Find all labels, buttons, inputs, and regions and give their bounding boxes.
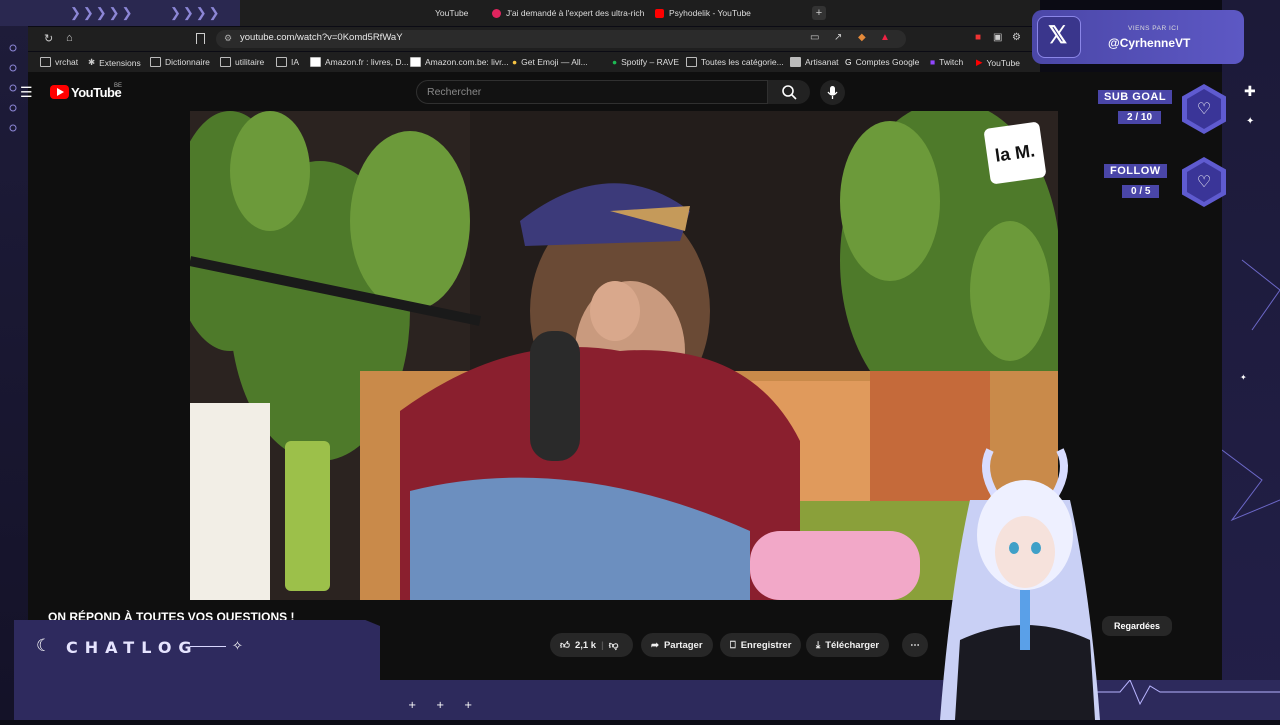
bookmark-item[interactable]: ▶ YouTube (976, 57, 1020, 68)
reload-icon[interactable]: ↻ (44, 32, 53, 45)
bookmark-item[interactable]: ■ Twitch (930, 57, 963, 67)
site-info-icon[interactable]: ⚙ (224, 33, 232, 44)
sub-goal-label: SUB GOAL (1098, 90, 1173, 104)
folder-icon (276, 57, 287, 67)
pdf-extension-icon[interactable]: ■ (975, 32, 981, 43)
folder-icon (686, 57, 697, 67)
amazon-icon (410, 57, 421, 67)
twitter-caption: VIENS PAR ICI (1128, 25, 1179, 32)
chatlog-panel (14, 620, 380, 720)
spotify-icon: ● (612, 57, 618, 67)
follow-goal-count: 0 / 5 (1122, 185, 1160, 198)
more-icon: ⋯ (910, 639, 920, 651)
thumbs-up-icon: 👍︎ (560, 640, 570, 651)
share-button[interactable]: ➦ Partager (641, 633, 713, 657)
bookmark-item[interactable]: IA (276, 57, 299, 67)
share-icon[interactable]: ↗ (834, 32, 842, 43)
bookmark-item[interactable]: vrchat (40, 57, 78, 67)
bookmarks-bar: vrchat ✱ Extensions Dictionnaire utilitai… (28, 52, 1040, 72)
download-icon: ⤓ (816, 639, 821, 651)
puzzle-icon: ✱ (88, 57, 96, 67)
sparkle-icon: ✧ (232, 638, 243, 653)
share-arrow-icon: ➦ (651, 639, 659, 651)
bookmark-item[interactable]: Artisanat (790, 57, 839, 67)
cast-icon[interactable]: ▭ (810, 32, 819, 43)
browser-tab[interactable]: J'ai demandé à l'expert des ultra-rich (492, 4, 644, 22)
browser-tab-active[interactable]: Psyhodelik - YouTube (655, 4, 751, 22)
overlay-bottom-strip: + + + (380, 679, 1280, 720)
svg-text:+: + (464, 700, 472, 711)
youtube-icon: ▶ (976, 57, 983, 67)
youtube-favicon-icon (492, 8, 501, 18)
x-logo-icon: 𝕏 (1048, 22, 1068, 49)
bookmark-item[interactable]: G Comptes Google (845, 57, 919, 67)
overlay-dots-column (8, 40, 18, 150)
voice-search-button[interactable] (820, 80, 845, 105)
folder-icon (150, 57, 161, 67)
svg-text:✦: ✦ (1240, 373, 1247, 382)
bookmark-item[interactable]: ● Get Emoji — All... (512, 57, 588, 67)
browser-tabbar: YouTube J'ai demandé à l'expert des ultr… (240, 0, 1040, 26)
constellation-decoration: ✚ ✦ ✦ (1221, 84, 1280, 522)
overlay-frame-right: ✚ ✦ ✦ (1221, 0, 1280, 720)
google-icon: G (845, 57, 852, 67)
chevron-decoration: ❯❯❯❯ (170, 5, 222, 20)
search-button[interactable] (768, 80, 810, 104)
thumbs-down-icon[interactable]: 👎︎ (609, 639, 619, 651)
download-button[interactable]: ⤓ Télécharger (806, 633, 890, 657)
bookmark-item[interactable]: ● Spotify – RAVE (612, 57, 679, 67)
bookmark-item[interactable]: Dictionnaire (150, 57, 210, 67)
home-icon[interactable]: ⌂ (66, 32, 73, 44)
bookmark-icon: ⎕ (730, 639, 736, 651)
search-icon (782, 85, 797, 100)
moon-icon: ☾ (36, 636, 52, 655)
twitter-handle: @CyrhenneVT (1108, 36, 1191, 50)
play-icon (57, 88, 64, 96)
menu-icon[interactable]: ☰ (20, 84, 33, 101)
new-tab-icon[interactable]: + (812, 6, 826, 20)
heartbeat-decoration: + + + (408, 679, 1280, 711)
youtube-favicon-icon (655, 8, 664, 18)
bookmark-item[interactable]: Amazon.com.be: livr... (410, 57, 509, 67)
amazon-icon (310, 57, 321, 67)
divider (190, 646, 226, 647)
like-button[interactable]: 👍︎ 2,1 k | 👎︎ (550, 633, 633, 657)
sub-goal-count: 2 / 10 (1118, 111, 1162, 124)
bookmark-item[interactable]: ✱ Extensions (88, 57, 141, 68)
search-placeholder: Rechercher (427, 86, 482, 98)
country-code: BE (114, 83, 123, 89)
folder-icon (40, 57, 51, 67)
bookmark-item[interactable]: Amazon.fr : livres, D... (310, 57, 409, 67)
bookmark-item[interactable]: Toutes les catégorie... (686, 57, 784, 67)
bookmark-item[interactable]: utilitaire (220, 57, 264, 67)
svg-text:+: + (436, 700, 444, 711)
vtuber-avatar (920, 440, 1120, 720)
folder-icon (220, 57, 231, 67)
bookmark-icon[interactable] (196, 33, 205, 44)
chatlog-title: CHATLOG (66, 638, 199, 657)
rewards-icon[interactable]: ▲ (880, 32, 890, 43)
svg-text:✚: ✚ (1244, 84, 1256, 100)
emoji-icon: ● (512, 57, 518, 67)
microphone-icon (827, 86, 838, 99)
settings-icon[interactable]: ⚙ (1012, 32, 1021, 43)
extension-icon[interactable]: ▣ (993, 32, 1002, 43)
url-text: youtube.com/watch?v=0Komd5RfWaY (240, 32, 403, 43)
browser-tab[interactable]: YouTube (435, 4, 468, 22)
save-button[interactable]: ⎕ Enregistrer (720, 633, 802, 657)
channel-watermark: la M. (983, 121, 1047, 185)
follow-goal-label: FOLLOW (1104, 164, 1167, 178)
chevron-decoration: ❯❯❯❯❯ (70, 5, 135, 20)
artisanat-icon (790, 57, 801, 67)
brave-shield-icon[interactable]: ◆ (858, 32, 866, 43)
svg-text:+: + (408, 700, 416, 711)
svg-text:✦: ✦ (1246, 116, 1254, 127)
twitch-icon: ■ (930, 57, 936, 67)
